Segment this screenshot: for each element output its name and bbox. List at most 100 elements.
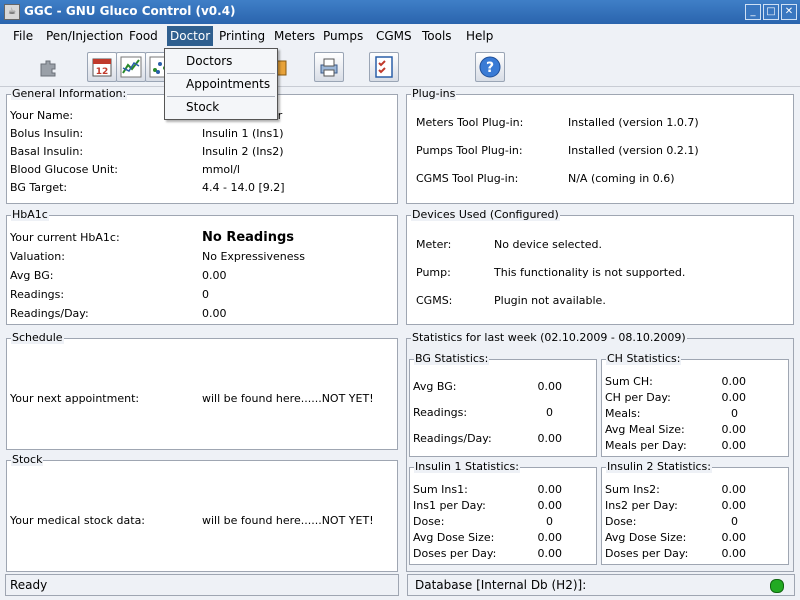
statistics-title: Statistics for last week (02.10.2009 - 0… xyxy=(411,331,687,344)
ch-per-day-label: CH per Day: xyxy=(605,391,671,404)
java-app-icon: ☕ xyxy=(4,4,20,20)
insulin2-statistics-panel: Insulin 2 Statistics: Sum Ins2: 0.00 Ins… xyxy=(601,460,789,565)
readings-per-day-label: Readings/Day: xyxy=(10,307,89,320)
valuation-value: No Expressiveness xyxy=(202,250,305,263)
readings-value: 0 xyxy=(202,288,209,301)
ins1-dose-label: Dose: xyxy=(413,515,445,528)
doctor-dropdown-menu: Doctors Appointments Stock xyxy=(164,48,278,120)
status-bar-left: Ready xyxy=(5,574,399,596)
plugins-title: Plug-ins xyxy=(411,87,457,100)
menu-food[interactable]: Food xyxy=(129,29,158,43)
insulin2-statistics-title: Insulin 2 Statistics: xyxy=(606,460,712,473)
ins1-doses-per-day-value: 0.00 xyxy=(537,547,563,560)
database-status-indicator xyxy=(770,579,784,593)
schedule-title: Schedule xyxy=(11,331,64,344)
minimize-button[interactable]: _ xyxy=(745,4,761,20)
help-icon[interactable]: ? xyxy=(475,52,505,82)
toolbar: 12 ? xyxy=(0,48,800,87)
cgms-label: CGMS: xyxy=(416,294,453,307)
svg-text:?: ? xyxy=(486,60,494,76)
general-info-title: General Information: xyxy=(11,87,128,100)
meals-label: Meals: xyxy=(605,407,641,420)
stats-readings-per-day-value: 0.00 xyxy=(537,432,563,445)
devices-title: Devices Used (Configured) xyxy=(411,208,560,221)
menu-pumps[interactable]: Pumps xyxy=(323,29,363,43)
statistics-panel: Statistics for last week (02.10.2009 - 0… xyxy=(406,331,794,572)
database-status-text: Database [Internal Db (H2)]: xyxy=(415,578,587,592)
menu-item-stock[interactable]: Stock xyxy=(165,97,277,117)
menu-meters[interactable]: Meters xyxy=(274,29,315,43)
cgms-plugin-label: CGMS Tool Plug-in: xyxy=(416,172,519,185)
current-hba1c-label: Your current HbA1c: xyxy=(10,231,120,244)
next-appointment-value: will be found here......NOT YET! xyxy=(202,392,374,405)
menu-cgms[interactable]: CGMS xyxy=(376,29,412,43)
status-text: Ready xyxy=(10,578,48,592)
ins2-dose-value: 0 xyxy=(731,515,738,528)
meals-per-day-label: Meals per Day: xyxy=(605,439,687,452)
bg-target-value: 4.4 - 14.0 [9.2] xyxy=(202,181,285,194)
stats-readings-value: 0 xyxy=(546,406,553,419)
ins2-doses-per-day-label: Doses per Day: xyxy=(605,547,689,560)
readings-per-day-value: 0.00 xyxy=(202,307,227,320)
line-graph-icon[interactable] xyxy=(116,52,146,82)
bg-statistics-panel: BG Statistics: Avg BG: 0.00 Readings: 0 … xyxy=(409,352,597,457)
plugin-icon[interactable] xyxy=(33,52,63,82)
medical-stock-label: Your medical stock data: xyxy=(10,514,146,527)
maximize-button[interactable]: □ xyxy=(763,4,779,20)
sum-ins2-label: Sum Ins2: xyxy=(605,483,660,496)
title-bar: ☕ GGC - GNU Gluco Control (v0.4) _ □ ✕ xyxy=(0,0,800,24)
current-hba1c-value: No Readings xyxy=(202,230,294,245)
cgms-plugin-value: N/A (coming in 0.6) xyxy=(568,172,675,185)
stock-title: Stock xyxy=(11,453,44,466)
ins2-dose-label: Dose: xyxy=(605,515,637,528)
avg-bg-value: 0.00 xyxy=(202,269,227,282)
calendar-icon[interactable]: 12 xyxy=(87,52,117,82)
ch-statistics-title: CH Statistics: xyxy=(606,352,682,365)
menu-tools[interactable]: Tools xyxy=(422,29,452,43)
name-label: Your Name: xyxy=(10,109,74,122)
sum-ch-value: 0.00 xyxy=(721,375,747,388)
menu-item-doctors[interactable]: Doctors xyxy=(165,51,277,71)
meals-value: 0 xyxy=(731,407,738,420)
ins1-dose-value: 0 xyxy=(546,515,553,528)
pump-label: Pump: xyxy=(416,266,451,279)
menu-file[interactable]: File xyxy=(13,29,33,43)
cgms-value: Plugin not available. xyxy=(494,294,606,307)
sum-ins1-label: Sum Ins1: xyxy=(413,483,468,496)
next-appointment-label: Your next appointment: xyxy=(10,392,140,405)
devices-panel: Devices Used (Configured) Meter: No devi… xyxy=(406,208,794,325)
pumps-plugin-label: Pumps Tool Plug-in: xyxy=(416,144,523,157)
menu-help[interactable]: Help xyxy=(466,29,493,43)
valuation-label: Valuation: xyxy=(10,250,65,263)
ins2-avg-dose-size-label: Avg Dose Size: xyxy=(605,531,687,544)
readings-label: Readings: xyxy=(10,288,65,301)
ins1-per-day-label: Ins1 per Day: xyxy=(413,499,486,512)
bolus-insulin-value: Insulin 1 (Ins1) xyxy=(202,127,284,140)
schedule-panel: Schedule Your next appointment: will be … xyxy=(6,331,398,450)
pumps-plugin-value: Installed (version 0.2.1) xyxy=(568,144,699,157)
avg-meal-size-value: 0.00 xyxy=(721,423,747,436)
menu-doctor[interactable]: Doctor xyxy=(167,26,214,46)
checklist-icon[interactable] xyxy=(369,52,399,82)
ins1-per-day-value: 0.00 xyxy=(537,499,563,512)
menu-bar: File Pen/Injection Food Doctor Printing … xyxy=(0,24,800,49)
bg-target-label: BG Target: xyxy=(10,181,68,194)
bolus-insulin-label: Bolus Insulin: xyxy=(10,127,84,140)
basal-insulin-label: Basal Insulin: xyxy=(10,145,84,158)
printer-icon[interactable] xyxy=(314,52,344,82)
basal-insulin-value: Insulin 2 (Ins2) xyxy=(202,145,284,158)
close-button[interactable]: ✕ xyxy=(781,4,797,20)
ins2-per-day-value: 0.00 xyxy=(721,499,747,512)
ins2-avg-dose-size-value: 0.00 xyxy=(721,531,747,544)
stats-avg-bg-label: Avg BG: xyxy=(413,380,457,393)
insulin1-statistics-panel: Insulin 1 Statistics: Sum Ins1: 0.00 Ins… xyxy=(409,460,597,565)
menu-item-appointments[interactable]: Appointments xyxy=(165,74,277,94)
menu-pen-injection[interactable]: Pen/Injection xyxy=(46,29,123,43)
sum-ins1-value: 0.00 xyxy=(537,483,563,496)
meters-plugin-label: Meters Tool Plug-in: xyxy=(416,116,524,129)
sum-ins2-value: 0.00 xyxy=(721,483,747,496)
menu-printing[interactable]: Printing xyxy=(219,29,265,43)
hba1c-title: HbA1c xyxy=(11,208,49,221)
plugins-panel: Plug-ins Meters Tool Plug-in: Installed … xyxy=(406,87,794,204)
ins2-per-day-label: Ins2 per Day: xyxy=(605,499,678,512)
